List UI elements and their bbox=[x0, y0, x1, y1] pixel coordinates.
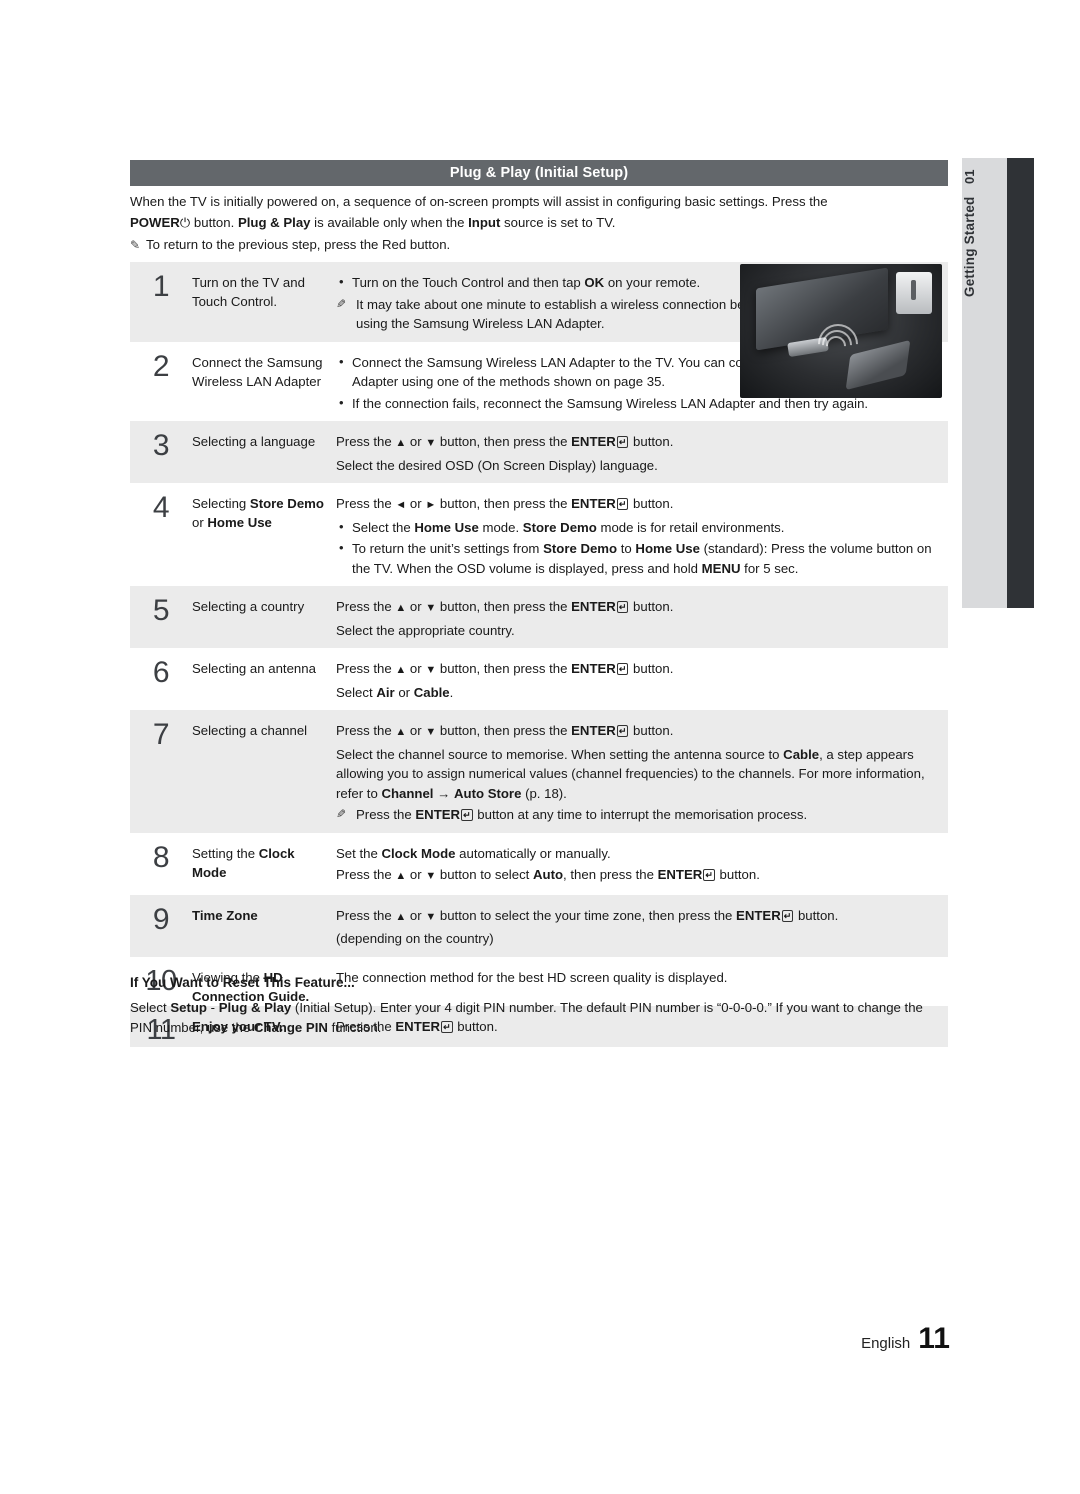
table-row: 3 Selecting a language Press the ▲ or ▼ bu… bbox=[130, 421, 948, 483]
step-line: Select the appropriate country. bbox=[336, 622, 515, 638]
side-tab-dark-band bbox=[1007, 158, 1034, 608]
enter-key-icon: ↵ bbox=[616, 601, 629, 613]
step-line: Press the ▲ or ▼ button, then press the … bbox=[336, 599, 674, 614]
intro-text-b: button. bbox=[190, 214, 238, 230]
enter-key-icon: ↵ bbox=[616, 498, 629, 510]
enter-key-icon: ↵ bbox=[781, 909, 794, 922]
step-line: Press the ◄ or ► button, then press the … bbox=[336, 496, 674, 511]
enter-key-icon: ↵ bbox=[616, 436, 629, 448]
step-number: 8 bbox=[152, 840, 170, 874]
intro-note: ✎ To return to the previous step, press t… bbox=[130, 235, 948, 255]
step-line: Press the ▲ or ▼ button, then press the … bbox=[336, 434, 674, 449]
step-description: Press the ▲ or ▼ button, then press the … bbox=[336, 710, 948, 833]
step-description: Press the ▲ or ▼ button, then press the … bbox=[336, 586, 948, 648]
table-row: 9 Time Zone Press the ▲ or ▼ button to sel… bbox=[130, 894, 948, 957]
direction-arrow-icon: ▲ bbox=[395, 910, 407, 923]
step-number: 2 bbox=[152, 349, 170, 383]
table-row: 6 Selecting an antenna Press the ▲ or ▼ bu… bbox=[130, 648, 948, 710]
direction-arrow-icon: ▲ bbox=[395, 437, 407, 449]
direction-arrow-icon: ▲ bbox=[395, 664, 407, 676]
step-description: Press the ◄ or ► button, then press the … bbox=[336, 483, 948, 586]
step-line: Set the Clock Mode automatically or manu… bbox=[336, 845, 611, 861]
step-description: Press the ▲ or ▼ button to select the yo… bbox=[336, 895, 948, 957]
intro-paragraph: When the TV is initially powered on, a s… bbox=[130, 192, 948, 233]
intro-text-c: is available only when the bbox=[310, 214, 469, 230]
direction-arrow-icon: ◄ bbox=[395, 499, 407, 511]
direction-arrow-icon: ▲ bbox=[395, 870, 407, 882]
table-row: 4 Selecting Store Demo or Home Use Press t… bbox=[130, 483, 948, 586]
step-number: 1 bbox=[152, 270, 170, 303]
pencil-icon: ✎ bbox=[130, 238, 141, 252]
step-description: Press the ▲ or ▼ button, then press the … bbox=[336, 648, 948, 710]
step-title: Selecting a country bbox=[192, 599, 305, 614]
step-line: Press the ENTER↵ button at any time to i… bbox=[336, 805, 944, 825]
section-title: Plug & Play (Initial Setup) bbox=[130, 160, 948, 186]
direction-arrow-icon: ▼ bbox=[425, 870, 437, 882]
step-line: Select the desired OSD (On Screen Displa… bbox=[336, 457, 658, 473]
direction-arrow-icon: ▼ bbox=[425, 664, 437, 676]
step-title: Selecting a language bbox=[192, 434, 316, 449]
intro-line-2: POWER⏻ button. Plug & Play is available … bbox=[130, 213, 948, 234]
footer-language: English bbox=[861, 1335, 911, 1352]
manual-page: 01 Getting Started Plug & Play (Initial … bbox=[0, 0, 1080, 1494]
step-line: Select the Home Use mode. Store Demo mod… bbox=[336, 517, 944, 538]
intro-text-d: source is set to TV. bbox=[500, 214, 616, 230]
intro-input: Input bbox=[468, 214, 501, 230]
direction-arrow-icon: ▼ bbox=[425, 602, 437, 614]
step-title: Turn on the TV and Touch Control. bbox=[192, 275, 305, 309]
enter-key-icon: ↵ bbox=[616, 725, 629, 737]
power-icon: ⏻ bbox=[179, 214, 191, 230]
step-line: Press the ▲ or ▼ button, then press the … bbox=[336, 661, 674, 676]
step-title: Setting the Clock Mode bbox=[192, 845, 295, 880]
intro-plugplay: Plug & Play bbox=[237, 214, 311, 230]
intro-power-label: POWER bbox=[130, 214, 180, 230]
tv-touch-control-illustration bbox=[740, 264, 942, 398]
intro-note-text: To return to the previous step, press th… bbox=[146, 237, 451, 252]
direction-arrow-icon: ▼ bbox=[425, 726, 437, 738]
step-line: Press the ▲ or ▼ button to select Auto, … bbox=[336, 867, 760, 882]
enter-key-icon: ↵ bbox=[616, 663, 629, 675]
reset-feature-title: If You Want to Reset This Feature... bbox=[130, 975, 355, 990]
side-tab-number: 01 bbox=[962, 169, 977, 185]
direction-arrow-icon: ▲ bbox=[395, 602, 407, 614]
table-row: 8 Setting the Clock Mode Set the Clock Mod… bbox=[130, 832, 948, 895]
step-number: 6 bbox=[152, 656, 170, 689]
table-row: 7 Selecting a channel Press the ▲ or ▼ but… bbox=[130, 710, 948, 833]
page-footer: English 11 bbox=[861, 1322, 950, 1356]
direction-arrow-icon: ▼ bbox=[425, 437, 437, 449]
step-line: Select Air or Cable. bbox=[336, 684, 454, 700]
step-title: Selecting Store Demo or Home Use bbox=[192, 496, 324, 530]
reset-feature-body: Select Setup - Plug & Play (Initial Setu… bbox=[130, 1000, 923, 1035]
step-title: Selecting an antenna bbox=[192, 661, 316, 676]
direction-arrow-icon: ▲ bbox=[395, 726, 407, 738]
step-line: The connection method for the best HD sc… bbox=[336, 969, 728, 985]
enter-key-icon: ↵ bbox=[461, 809, 473, 821]
step-line: Press the ▲ or ▼ button to select the yo… bbox=[336, 907, 839, 923]
footer-page-number: 11 bbox=[918, 1322, 950, 1355]
step-line: To return the unit’s settings from Store… bbox=[336, 538, 944, 578]
step-number: 4 bbox=[152, 491, 170, 524]
intro-line-1: When the TV is initially powered on, a s… bbox=[130, 194, 828, 209]
enter-key-icon: ↵ bbox=[703, 869, 715, 881]
step-number: 5 bbox=[152, 594, 170, 627]
touch-control-device-shape bbox=[896, 272, 932, 314]
step-description: Set the Clock Mode automatically or manu… bbox=[336, 833, 948, 895]
step-title: Selecting a channel bbox=[192, 723, 308, 738]
step-description: Press the ▲ or ▼ button, then press the … bbox=[336, 421, 948, 483]
step-number: 9 bbox=[152, 902, 170, 936]
step-title: Time Zone bbox=[192, 907, 258, 923]
step-number: 3 bbox=[152, 429, 170, 462]
side-tab-label: Getting Started bbox=[962, 196, 977, 297]
step-number: 7 bbox=[152, 718, 170, 751]
step-line: (depending on the country) bbox=[336, 931, 494, 946]
table-row: 5 Selecting a country Press the ▲ or ▼ but… bbox=[130, 586, 948, 648]
step-title: Connect the Samsung Wireless LAN Adapter bbox=[192, 354, 323, 389]
direction-arrow-icon: ▼ bbox=[425, 910, 437, 923]
direction-arrow-icon: ► bbox=[425, 499, 437, 511]
step-line: Press the ▲ or ▼ button, then press the … bbox=[336, 723, 674, 738]
step-line: Select the channel source to memorise. W… bbox=[336, 746, 925, 801]
